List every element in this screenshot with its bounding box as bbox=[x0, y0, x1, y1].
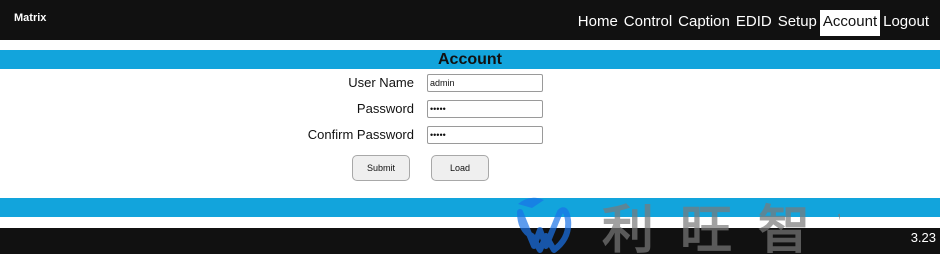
password-input[interactable] bbox=[427, 100, 543, 118]
nav-home[interactable]: Home bbox=[575, 10, 621, 36]
nav-setup[interactable]: Setup bbox=[775, 10, 820, 36]
page-header-band: Account bbox=[0, 50, 940, 69]
username-label: User Name bbox=[348, 75, 414, 90]
top-navbar: Matrix Home Control Caption EDID Setup A… bbox=[0, 0, 940, 40]
load-button[interactable]: Load bbox=[431, 155, 489, 181]
username-row: User Name bbox=[0, 74, 940, 94]
nav-account[interactable]: Account bbox=[819, 10, 881, 36]
nav-edid[interactable]: EDID bbox=[733, 10, 775, 36]
lower-accent-band bbox=[0, 198, 940, 217]
password-row: Password bbox=[0, 100, 940, 120]
submit-button[interactable]: Submit bbox=[352, 155, 410, 181]
nav-control[interactable]: Control bbox=[621, 10, 675, 36]
nav-caption[interactable]: Caption bbox=[675, 10, 733, 36]
confirm-password-label: Confirm Password bbox=[307, 127, 414, 142]
password-label: Password bbox=[356, 101, 414, 116]
version-label: 3.23 bbox=[910, 230, 936, 245]
brand-label: Matrix bbox=[14, 12, 47, 24]
footer-bar bbox=[0, 228, 940, 254]
confirm-password-input[interactable] bbox=[427, 126, 543, 144]
confirm-password-row: Confirm Password bbox=[0, 126, 940, 146]
nav-logout[interactable]: Logout bbox=[880, 10, 932, 36]
username-input[interactable] bbox=[427, 74, 543, 92]
main-nav: Home Control Caption EDID Setup Account … bbox=[575, 10, 932, 36]
page-title: Account bbox=[438, 51, 502, 68]
